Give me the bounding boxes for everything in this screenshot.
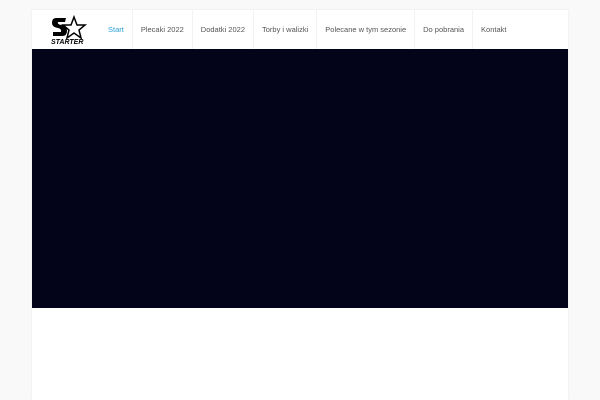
star-logo-icon: STARTER	[51, 14, 88, 46]
nav-plecaki-2022[interactable]: Plecaki 2022	[133, 10, 193, 49]
hero-banner	[32, 49, 568, 308]
nav-dodatki-2022[interactable]: Dodatki 2022	[193, 10, 254, 49]
starter-logo[interactable]: STARTER	[50, 14, 88, 46]
nav-kontakt[interactable]: Kontakt	[473, 10, 514, 49]
nav-torby-i-walizki[interactable]: Torby i walizki	[254, 10, 318, 49]
nav-do-pobrania[interactable]: Do pobrania	[415, 10, 474, 49]
page-container: STARTER Start Plecaki 2022 Dodatki 2022 …	[32, 10, 568, 400]
nav-start[interactable]: Start	[100, 10, 133, 49]
nav-polecane[interactable]: Polecane w tym sezonie	[317, 10, 416, 49]
site-header: STARTER Start Plecaki 2022 Dodatki 2022 …	[32, 10, 568, 49]
main-nav: Start Plecaki 2022 Dodatki 2022 Torby i …	[100, 10, 514, 49]
logo-wordmark: STARTER	[51, 39, 83, 45]
